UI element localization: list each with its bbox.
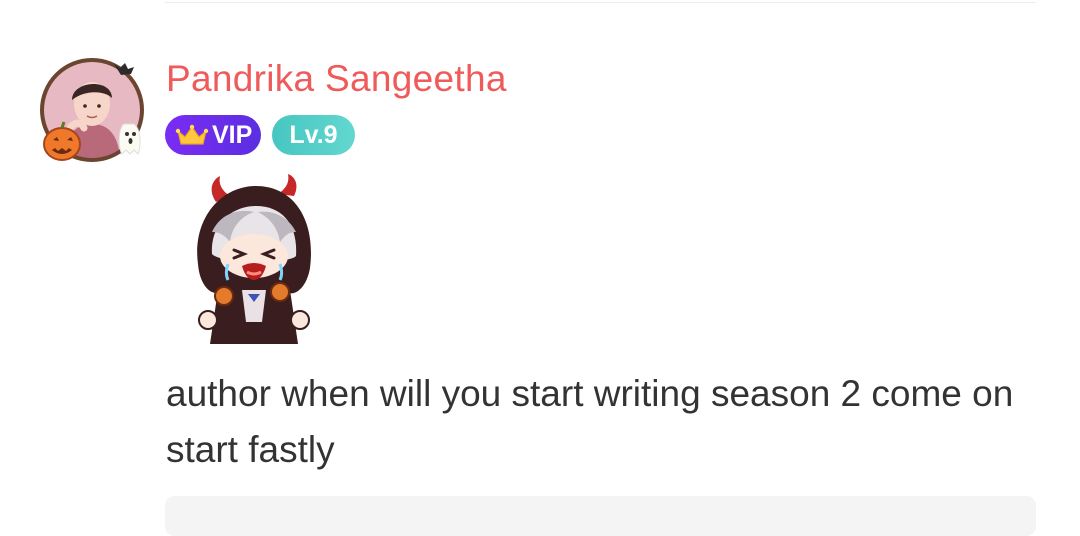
level-label: Lv.9 [289,120,338,149]
comment-body: author when will you start writing seaso… [166,373,1014,470]
crown-icon [175,124,209,145]
author-name[interactable]: Pandrika Sangeetha [166,58,507,100]
vip-label: VIP [212,120,253,149]
top-divider [165,2,1036,3]
avatar[interactable] [38,58,150,168]
reply-preview-box[interactable] [165,496,1036,536]
level-badge[interactable]: Lv.9 [272,115,355,155]
halloween-frame-icon [40,58,144,162]
vip-badge[interactable]: VIP [165,115,261,155]
crying-devil-girl-sticker [197,174,311,344]
